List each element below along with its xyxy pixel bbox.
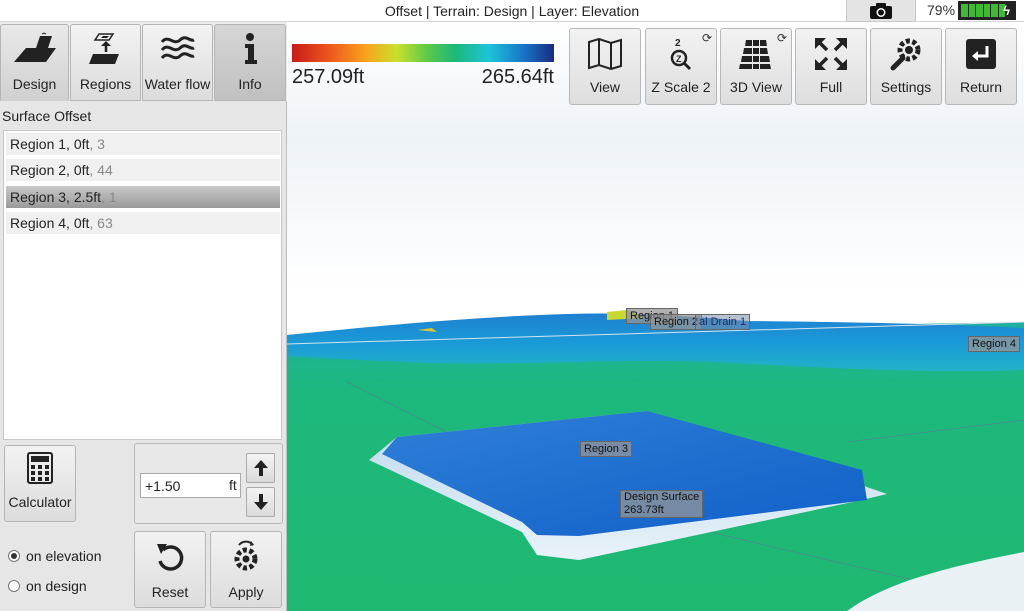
region-name: Region 2, 0ft [10, 162, 90, 178]
on-elevation-label: on elevation [26, 548, 102, 564]
elevation-legend: 257.09ft 265.64ft [292, 44, 554, 88]
arrow-down-icon [253, 494, 268, 510]
arrow-up-icon [253, 460, 268, 476]
camera-icon [870, 2, 892, 19]
regions-icon [88, 33, 119, 64]
apply-gear-icon [234, 540, 258, 571]
status-bar: Offset | Terrain: Design | Layer: Elevat… [0, 0, 1024, 22]
region-name: Region 1, 0ft [10, 136, 90, 152]
design-surface-icon [13, 32, 56, 62]
region-name: Region 3, 2.5ft [10, 189, 102, 205]
design-surface-elevation: 263.73ft [624, 504, 664, 516]
view-button[interactable]: View [569, 28, 641, 105]
decrease-offset-button[interactable] [246, 487, 275, 517]
full-label: Full [819, 79, 843, 95]
cycle-icon: ⟳ [701, 31, 712, 45]
region-count: , 1 [101, 189, 117, 205]
design-surface-title: Design Surface [624, 491, 700, 503]
region-list[interactable]: Region 1, 0ft, 3 Region 2, 0ft, 44 Regio… [3, 130, 282, 440]
on-elevation-option[interactable]: on elevation [8, 548, 102, 564]
svg-text:2: 2 [675, 38, 681, 49]
offset-editor: ft [134, 443, 283, 524]
region-4-label[interactable]: Region 4 [968, 336, 1021, 352]
terrain-3d-viewport[interactable]: Region 1 Region 2 al Drain 1 Region 4 Re… [287, 22, 1024, 611]
region-list-item[interactable]: Region 2, 0ft, 44 [6, 159, 280, 181]
3d-view-button[interactable]: ⟳ 3D View [720, 28, 792, 105]
surface-offset-panel: Surface Offset Region 1, 0ft, 3 Region 2… [0, 101, 287, 611]
calculator-button[interactable]: Calculator [4, 445, 76, 522]
radio-on-elevation[interactable] [8, 550, 20, 562]
radio-on-design[interactable] [8, 580, 20, 592]
on-design-label: on design [26, 578, 87, 594]
increase-offset-button[interactable] [246, 453, 275, 483]
region-count: , 44 [89, 162, 113, 178]
tab-info[interactable]: Info [214, 24, 286, 101]
color-scale-bar [292, 44, 554, 62]
settings-icon [890, 38, 921, 71]
reset-button[interactable]: Reset [134, 531, 206, 608]
undo-icon [157, 544, 184, 571]
region-name: Region 4, 0ft [10, 215, 90, 231]
svg-text:Z: Z [676, 54, 682, 64]
panel-title: Surface Offset [2, 108, 92, 124]
reset-label: Reset [151, 584, 189, 600]
tab-regions[interactable]: Regions [70, 24, 141, 101]
tab-design-label: Design [12, 76, 57, 92]
3d-view-label: 3D View [730, 79, 782, 95]
view-label: View [589, 79, 621, 95]
return-label: Return [959, 79, 1003, 95]
settings-button[interactable]: Settings [870, 28, 942, 105]
screenshot-button[interactable] [846, 0, 916, 22]
z-scale-label: Z Scale 2 [651, 79, 711, 95]
region-count: , 3 [89, 136, 105, 152]
settings-label: Settings [880, 79, 932, 95]
tab-design[interactable]: Design [0, 24, 69, 101]
info-icon [245, 33, 257, 64]
region-list-item-selected[interactable]: Region 3, 2.5ft, 1 [6, 186, 280, 208]
tab-info-label: Info [238, 76, 262, 92]
design-surface-tooltip: Design Surface 263.73ft [620, 490, 704, 518]
water-flow-icon [160, 36, 195, 60]
on-design-option[interactable]: on design [8, 578, 87, 594]
apply-button[interactable]: Apply [210, 531, 282, 608]
z-scale-icon: 2Z [670, 38, 692, 71]
z-scale-button[interactable]: ⟳ 2Z Z Scale 2 [645, 28, 717, 105]
return-icon [966, 39, 996, 69]
apply-label: Apply [228, 584, 264, 600]
offset-unit: ft [229, 477, 237, 493]
calculator-label: Calculator [8, 494, 72, 510]
legend-max: 265.64ft [481, 66, 554, 88]
full-button[interactable]: Full [795, 28, 867, 105]
drain-label[interactable]: al Drain 1 [695, 314, 751, 330]
battery-percent: 79% [927, 2, 956, 18]
map-view-icon [588, 38, 622, 70]
return-button[interactable]: Return [945, 28, 1017, 105]
region-3-label[interactable]: Region 3 [580, 441, 633, 457]
tab-water-flow-label: Water flow [144, 76, 211, 92]
fullscreen-icon [815, 38, 847, 70]
region-list-item[interactable]: Region 4, 0ft, 63 [6, 212, 280, 234]
cycle-icon: ⟳ [776, 31, 787, 45]
offset-value-input[interactable] [140, 473, 241, 498]
grid-3d-icon [739, 40, 771, 69]
legend-min: 257.09ft [292, 66, 365, 88]
region-count: , 63 [89, 215, 113, 231]
tab-regions-label: Regions [79, 76, 132, 92]
region-list-item[interactable]: Region 1, 0ft, 3 [6, 133, 280, 155]
calculator-icon [27, 452, 53, 484]
tab-water-flow[interactable]: Water flow [142, 24, 213, 101]
battery-icon: ϟ [958, 1, 1016, 20]
